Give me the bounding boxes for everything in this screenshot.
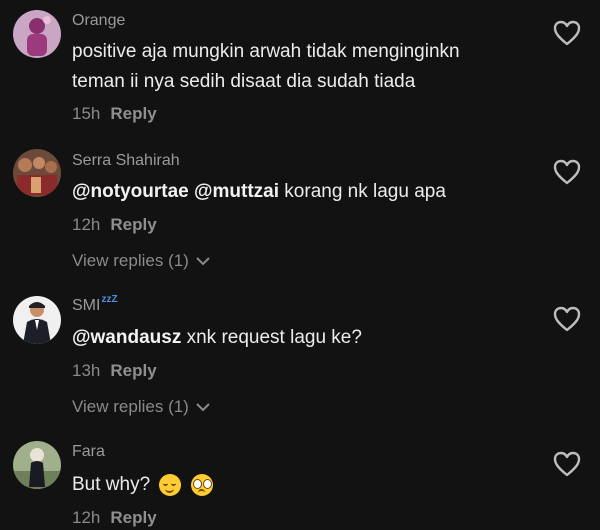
username[interactable]: Serra Shahirah: [72, 152, 180, 170]
comment-meta: 12h Reply: [72, 215, 157, 235]
avatar[interactable]: [13, 149, 61, 197]
mention-link[interactable]: @notyourtae: [72, 181, 189, 202]
heart-outline-icon[interactable]: [553, 159, 581, 185]
username[interactable]: Fara: [72, 443, 105, 461]
comment-text: @wandausz xnk request lagu ke?: [72, 323, 362, 353]
comment-text-main: But why?: [72, 474, 151, 495]
timestamp: 12h: [72, 215, 101, 234]
avatar[interactable]: [13, 441, 61, 489]
chevron-down-icon: [195, 403, 210, 412]
pleading-face-emoji: [190, 473, 213, 496]
comment-meta: 12h Reply: [72, 508, 157, 528]
username[interactable]: Orange: [72, 12, 125, 30]
comment-meta: 13h Reply: [72, 361, 157, 381]
timestamp: 15h: [72, 104, 101, 123]
heart-outline-icon[interactable]: [553, 20, 581, 46]
comment-text: But why?: [72, 470, 213, 500]
chevron-down-icon: [195, 257, 210, 266]
username[interactable]: SMIzzZ: [72, 294, 118, 315]
reply-button[interactable]: Reply: [110, 508, 156, 527]
avatar[interactable]: [13, 10, 61, 58]
comment-text-line: teman ii nya sedih disaat dia sudah tiad…: [72, 71, 416, 92]
heart-outline-icon[interactable]: [553, 306, 581, 332]
relieved-face-emoji: [159, 473, 182, 496]
avatar[interactable]: [13, 296, 61, 344]
reply-button[interactable]: Reply: [110, 215, 156, 234]
timestamp: 12h: [72, 508, 101, 527]
view-replies-label: View replies (1): [72, 397, 189, 416]
view-replies-button[interactable]: View replies (1): [72, 397, 210, 417]
view-replies-button[interactable]: View replies (1): [72, 251, 210, 271]
username-text: SMI: [72, 297, 101, 314]
view-replies-label: View replies (1): [72, 251, 189, 270]
comment-text: @notyourtae @muttzai korang nk lagu apa: [72, 177, 446, 207]
mention-link[interactable]: @muttzai: [194, 181, 279, 202]
reply-button[interactable]: Reply: [110, 104, 156, 123]
comment-text-rest: xnk request lagu ke?: [186, 327, 362, 348]
reply-button[interactable]: Reply: [110, 361, 156, 380]
sleep-badge-icon: zzZ: [101, 294, 118, 305]
comment-text-line: positive aja mungkin arwah tidak menging…: [72, 41, 460, 62]
heart-outline-icon[interactable]: [553, 451, 581, 477]
comment-meta: 15h Reply: [72, 104, 157, 124]
comment-text-rest: korang nk lagu apa: [284, 181, 446, 202]
timestamp: 13h: [72, 361, 101, 380]
mention-link[interactable]: @wandausz: [72, 327, 181, 348]
comment-text: positive aja mungkin arwah tidak menging…: [72, 37, 460, 97]
